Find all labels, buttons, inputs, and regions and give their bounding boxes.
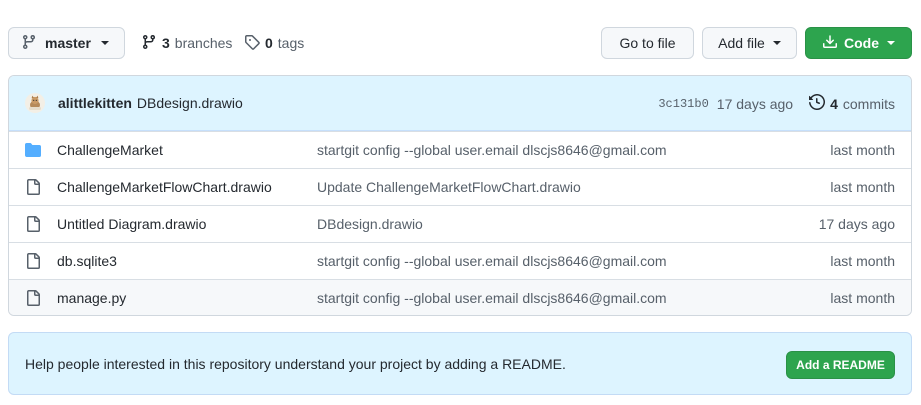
file-commit-message[interactable]: startgit config --global user.email dlsc… <box>317 253 667 269</box>
file-date: last month <box>830 290 895 306</box>
code-button[interactable]: Code <box>805 27 912 59</box>
commit-message[interactable]: DBdesign.drawio <box>137 95 243 111</box>
branches-count: 3 <box>162 35 170 51</box>
file-commit-message[interactable]: startgit config --global user.email dlsc… <box>317 142 667 158</box>
file-commit-message[interactable]: Update ChallengeMarketFlowChart.drawio <box>317 179 581 195</box>
branch-select-button[interactable]: master <box>8 27 125 59</box>
branch-name: master <box>45 35 91 51</box>
file-icon <box>25 179 41 195</box>
readme-banner: Help people interested in this repositor… <box>8 332 912 395</box>
go-to-file-button[interactable]: Go to file <box>601 27 694 59</box>
file-listing: alittlekitten DBdesign.drawio 3c131b0 17… <box>8 75 912 316</box>
file-icon <box>25 216 41 232</box>
add-file-label: Add file <box>718 35 765 51</box>
tag-icon <box>244 34 260 53</box>
file-row[interactable]: db.sqlite3 startgit config --global user… <box>9 242 911 279</box>
file-row[interactable]: ChallengeMarketFlowChart.drawio Update C… <box>9 168 911 205</box>
tags-count: 0 <box>265 35 273 51</box>
file-commit-message[interactable]: DBdesign.drawio <box>317 216 423 232</box>
commits-history-link[interactable]: 4 commits <box>809 93 895 113</box>
readme-banner-text: Help people interested in this repositor… <box>25 355 566 372</box>
file-date: 17 days ago <box>818 216 895 232</box>
avatar[interactable] <box>25 93 45 113</box>
tags-label: tags <box>277 35 305 51</box>
latest-commit-bar: alittlekitten DBdesign.drawio 3c131b0 17… <box>9 76 911 131</box>
commits-label: commits <box>842 95 895 112</box>
repo-toolbar: master 3 branches 0 tags Go to file Add … <box>8 27 912 59</box>
file-icon <box>25 290 41 306</box>
file-name[interactable]: ChallengeMarket <box>57 142 163 158</box>
file-row[interactable]: Untitled Diagram.drawio DBdesign.drawio … <box>9 205 911 242</box>
tags-link[interactable]: 0 tags <box>244 27 304 59</box>
git-branch-icon <box>21 34 37 53</box>
history-icon <box>809 93 826 113</box>
chevron-down-icon <box>772 41 781 45</box>
file-date: last month <box>830 179 895 195</box>
branches-link[interactable]: 3 branches <box>141 27 232 59</box>
file-row[interactable]: manage.py startgit config --global user.… <box>9 279 911 315</box>
commit-sha[interactable]: 3c131b0 <box>658 97 708 111</box>
add-file-button[interactable]: Add file <box>702 27 797 59</box>
branches-label: branches <box>174 35 233 51</box>
commit-time[interactable]: 17 days ago <box>717 96 793 112</box>
chevron-down-icon <box>887 41 895 45</box>
file-commit-message[interactable]: startgit config --global user.email dlsc… <box>317 290 667 306</box>
commit-meta: 3c131b0 17 days ago 4 commits <box>658 76 895 131</box>
chevron-down-icon <box>100 41 109 45</box>
file-icon <box>25 253 41 269</box>
file-row[interactable]: ChallengeMarket startgit config --global… <box>9 131 911 168</box>
download-icon <box>822 34 838 53</box>
folder-icon <box>25 142 41 158</box>
file-name[interactable]: manage.py <box>57 290 126 306</box>
file-date: last month <box>830 142 895 158</box>
code-label: Code <box>844 35 879 51</box>
commits-count: 4 <box>830 95 838 112</box>
file-name[interactable]: ChallengeMarketFlowChart.drawio <box>57 179 272 195</box>
file-date: last month <box>830 253 895 269</box>
file-name[interactable]: db.sqlite3 <box>57 253 117 269</box>
file-name[interactable]: Untitled Diagram.drawio <box>57 216 206 232</box>
git-branch-icon <box>141 34 157 53</box>
commit-author[interactable]: alittlekitten <box>58 95 132 111</box>
add-readme-button[interactable]: Add a README <box>786 351 895 379</box>
